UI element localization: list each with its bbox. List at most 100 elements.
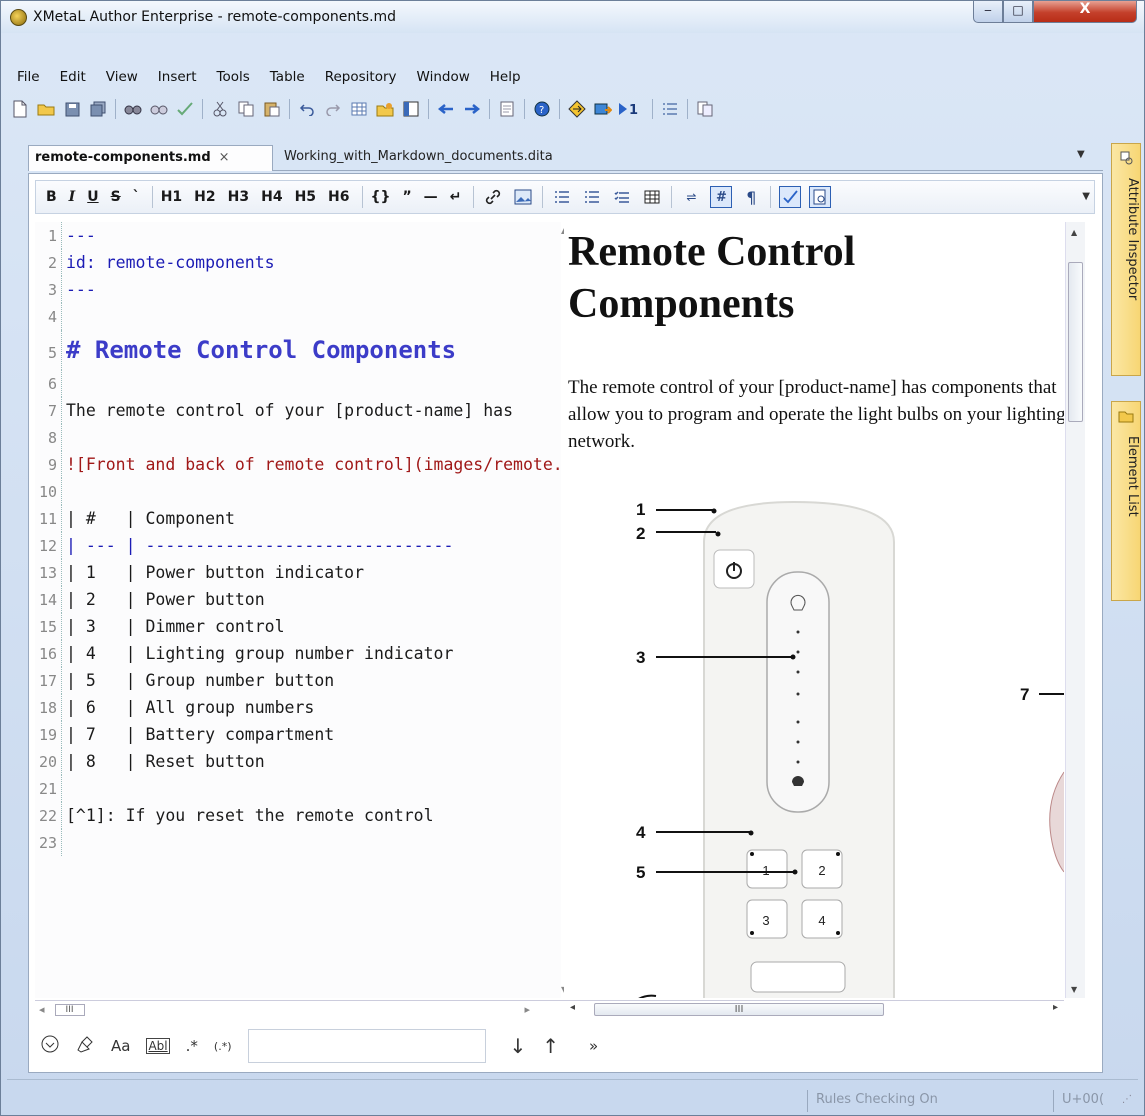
match-case-toggle[interactable]: Aa [111, 1037, 130, 1055]
forward-arrow-icon[interactable] [459, 97, 485, 121]
preview-toggle-icon[interactable] [809, 186, 832, 208]
save-icon[interactable] [59, 97, 85, 121]
menu-table[interactable]: Table [260, 63, 315, 91]
undo-icon[interactable] [294, 97, 320, 121]
toolbar-separator [115, 99, 116, 119]
code-line: 15 | 3 | Dimmer control [35, 613, 561, 640]
tab-list-dropdown-icon[interactable]: ▼ [1077, 149, 1089, 161]
numbered-list-icon[interactable] [581, 186, 603, 208]
menu-insert[interactable]: Insert [148, 63, 207, 91]
callout-4: 4 [636, 823, 646, 842]
toolbar-separator [151, 186, 153, 208]
heading6-button[interactable]: H6 [328, 189, 349, 205]
open-folder-icon[interactable] [33, 97, 59, 121]
find-previous-icon[interactable]: ↑ [542, 1034, 559, 1058]
preview-pane-icon[interactable] [692, 97, 718, 121]
heading2-button[interactable]: H2 [194, 189, 215, 205]
inline-code-button[interactable]: ` [133, 189, 140, 205]
cut-icon[interactable] [207, 97, 233, 121]
paste-icon[interactable] [259, 97, 285, 121]
regex-toggle[interactable]: (.*) [214, 1040, 232, 1053]
image-icon[interactable] [512, 186, 534, 208]
next-change-icon[interactable]: 1 [616, 97, 648, 121]
heading5-button[interactable]: H5 [295, 189, 316, 205]
title-bar: XMetaL Author Enterprise - remote-compon… [1, 1, 1144, 33]
underline-button[interactable]: U [87, 189, 98, 205]
line-break-button[interactable]: ↵ [450, 189, 462, 205]
find-bar: Aa Abl .* (.*) ↓ ↑ » [35, 1024, 1095, 1068]
menu-edit[interactable]: Edit [50, 63, 96, 91]
menu-view[interactable]: View [96, 63, 148, 91]
markdown-source-pane[interactable]: 1 --- 2 id: remote-components 3 --- 4 5 # Re… [35, 222, 561, 998]
repository-icon[interactable] [590, 97, 616, 121]
whole-word-toggle[interactable]: Abl [146, 1038, 170, 1054]
validate-icon[interactable] [494, 97, 520, 121]
close-button[interactable]: X [1033, 1, 1137, 23]
code-line: 7 The remote control of your [product-nam… [35, 397, 561, 424]
code-block-button[interactable]: {} [371, 189, 391, 205]
find-input[interactable] [247, 1029, 486, 1063]
heading3-button[interactable]: H3 [228, 189, 249, 205]
italic-button[interactable]: I [69, 189, 76, 205]
diamond-icon[interactable] [564, 97, 590, 121]
menu-repository[interactable]: Repository [315, 63, 407, 91]
code-line: 12 | --- | ------------------------------… [35, 532, 561, 559]
find-options-icon[interactable] [41, 1035, 59, 1057]
task-list-icon[interactable] [611, 186, 633, 208]
blockquote-button[interactable]: ” [402, 189, 411, 205]
table-icon[interactable] [346, 97, 372, 121]
preview-hscroll-thumb[interactable]: III [594, 1003, 884, 1016]
highlight-icon[interactable] [75, 1035, 95, 1057]
menu-window[interactable]: Window [407, 63, 480, 91]
find-icon[interactable] [120, 97, 146, 121]
maximize-button[interactable]: □ [1003, 1, 1033, 23]
new-document-icon[interactable] [7, 97, 33, 121]
toolbar-separator [361, 186, 363, 208]
line-numbers-toggle[interactable]: # [710, 186, 733, 208]
code-line: 21 [35, 775, 561, 802]
back-arrow-icon[interactable] [433, 97, 459, 121]
spell-check-toggle-icon[interactable] [779, 186, 802, 208]
rules-checking-status: Rules Checking On [807, 1090, 1047, 1112]
find-next-icon[interactable]: ↓ [510, 1034, 527, 1058]
tab-remote-components[interactable]: remote-components.md × [28, 145, 273, 171]
horizontal-rule-button[interactable]: — [424, 189, 438, 205]
heading4-button[interactable]: H4 [261, 189, 282, 205]
save-all-icon[interactable] [85, 97, 111, 121]
source-horizontal-scrollbar[interactable]: ◂ III ▸ [35, 1000, 565, 1018]
help-icon[interactable]: ? [529, 97, 555, 121]
strikethrough-button[interactable]: S [111, 189, 121, 205]
resize-grip-icon[interactable]: ⋰ [1122, 1094, 1132, 1105]
element-list-tab[interactable]: Element List [1111, 401, 1141, 601]
bold-button[interactable]: B [46, 189, 57, 205]
attribute-inspector-tab[interactable]: Attribute Inspector [1111, 143, 1141, 376]
preview-vertical-scrollbar[interactable]: ▲ ▼ [1065, 222, 1085, 998]
outline-list-icon[interactable] [657, 97, 683, 121]
toolbar-overflow-icon[interactable]: ▼ [1082, 191, 1090, 202]
menu-help[interactable]: Help [480, 63, 531, 91]
preview-horizontal-scrollbar[interactable]: ◂ III ▸ [564, 1000, 1064, 1018]
toolbar-separator [542, 186, 544, 208]
insert-image-icon[interactable] [372, 97, 398, 121]
spell-check-icon[interactable] [172, 97, 198, 121]
link-icon[interactable] [482, 186, 504, 208]
bullet-list-icon[interactable] [551, 186, 573, 208]
menu-tools[interactable]: Tools [207, 63, 260, 91]
show-formatting-toggle[interactable]: ¶ [740, 186, 762, 208]
wildcard-toggle[interactable]: .* [186, 1037, 198, 1055]
wrap-text-icon[interactable]: ⇌ [680, 186, 702, 208]
view-toggle-icon[interactable] [398, 97, 424, 121]
table-icon[interactable] [641, 186, 663, 208]
minimize-button[interactable]: ‒ [973, 1, 1003, 23]
menu-file[interactable]: File [7, 63, 50, 91]
tab-working-with-markdown[interactable]: Working_with_Markdown_documents.dita [278, 145, 638, 171]
toolbar-separator [687, 99, 688, 119]
tab-close-icon[interactable]: × [219, 150, 230, 165]
heading1-button[interactable]: H1 [161, 189, 182, 205]
code-line: 3 --- [35, 276, 561, 303]
redo-icon[interactable] [320, 97, 346, 121]
copy-icon[interactable] [233, 97, 259, 121]
find-more-icon[interactable]: » [589, 1037, 598, 1055]
preview-scroll-thumb[interactable] [1068, 262, 1083, 422]
find-replace-icon[interactable] [146, 97, 172, 121]
